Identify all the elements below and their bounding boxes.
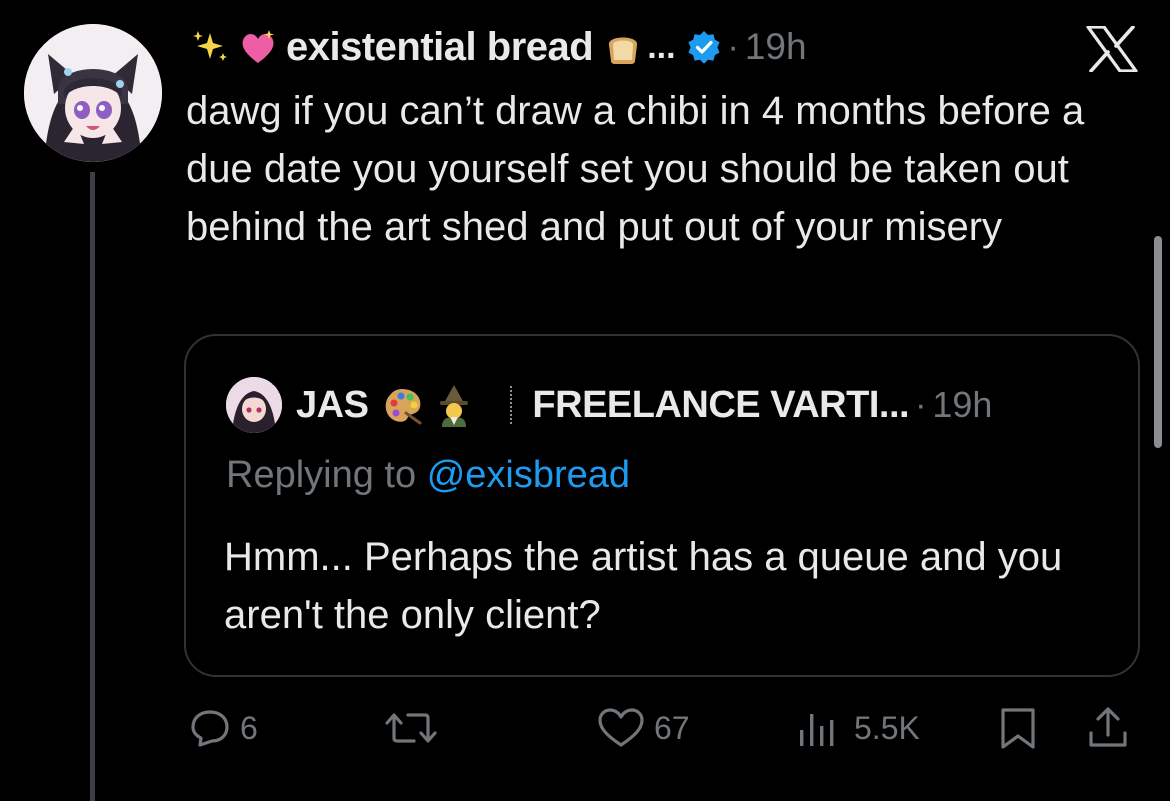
like-count: 67 [654, 709, 690, 746]
quoted-tweet-card[interactable]: JAS FREELANCE VARTI... · 19h Replying to… [184, 334, 1140, 677]
mage-emoji-icon [432, 383, 476, 427]
scrollbar-thumb[interactable] [1154, 236, 1162, 448]
header-separator: · [727, 27, 739, 66]
quoted-header-separator: · [915, 385, 927, 424]
x-logo-icon[interactable] [1086, 25, 1138, 73]
author-display-name[interactable]: existential bread [286, 25, 594, 70]
replying-to-line: Replying to @exisbread [226, 454, 630, 497]
bread-emoji-icon [603, 27, 643, 67]
views-bar-chart-icon [800, 714, 834, 746]
repost-icon [385, 713, 437, 743]
sparkles-emoji-icon [190, 27, 230, 67]
tweet-text: dawg if you can’t draw a chibi in 4 mont… [186, 89, 1085, 249]
quoted-tweet-timestamp[interactable]: 19h [932, 384, 992, 426]
sparkling-heart-emoji-icon [238, 27, 278, 67]
quoted-author-avatar[interactable] [226, 377, 282, 433]
name-truncation: ... [647, 27, 676, 66]
like-button[interactable]: 67 [596, 700, 690, 756]
author-avatar-art [24, 24, 162, 162]
quoted-tweet-text: Hmm... Perhaps the artist has a queue an… [224, 535, 1063, 637]
bookmark-button[interactable] [996, 700, 1040, 756]
views-button[interactable]: 5.5K [796, 700, 920, 756]
replying-to-handle-link[interactable]: @exisbread [427, 454, 630, 496]
thread-connector-line [90, 172, 95, 801]
author-avatar[interactable] [24, 24, 162, 162]
tweet-header: existential bread ... · 19h [190, 22, 807, 72]
repost-button[interactable] [384, 700, 438, 756]
heart-icon [598, 708, 644, 747]
quoted-tweet-header: JAS FREELANCE VARTI... · 19h [226, 376, 992, 434]
replying-to-label: Replying to [226, 454, 417, 496]
share-icon [1089, 707, 1127, 747]
quoted-header-divider [510, 386, 513, 424]
quoted-author-name[interactable]: JAS [296, 384, 369, 427]
share-button[interactable] [1086, 700, 1130, 756]
tweet-timestamp[interactable]: 19h [745, 26, 807, 68]
reply-icon [191, 710, 229, 747]
reply-count: 6 [240, 709, 258, 746]
views-count: 5.5K [854, 709, 920, 746]
artist-palette-emoji-icon [380, 383, 424, 427]
bookmark-icon [1001, 708, 1035, 749]
quoted-author-title: FREELANCE VARTI... [532, 383, 910, 426]
verified-badge-icon [686, 29, 722, 65]
reply-button[interactable]: 6 [188, 700, 258, 756]
